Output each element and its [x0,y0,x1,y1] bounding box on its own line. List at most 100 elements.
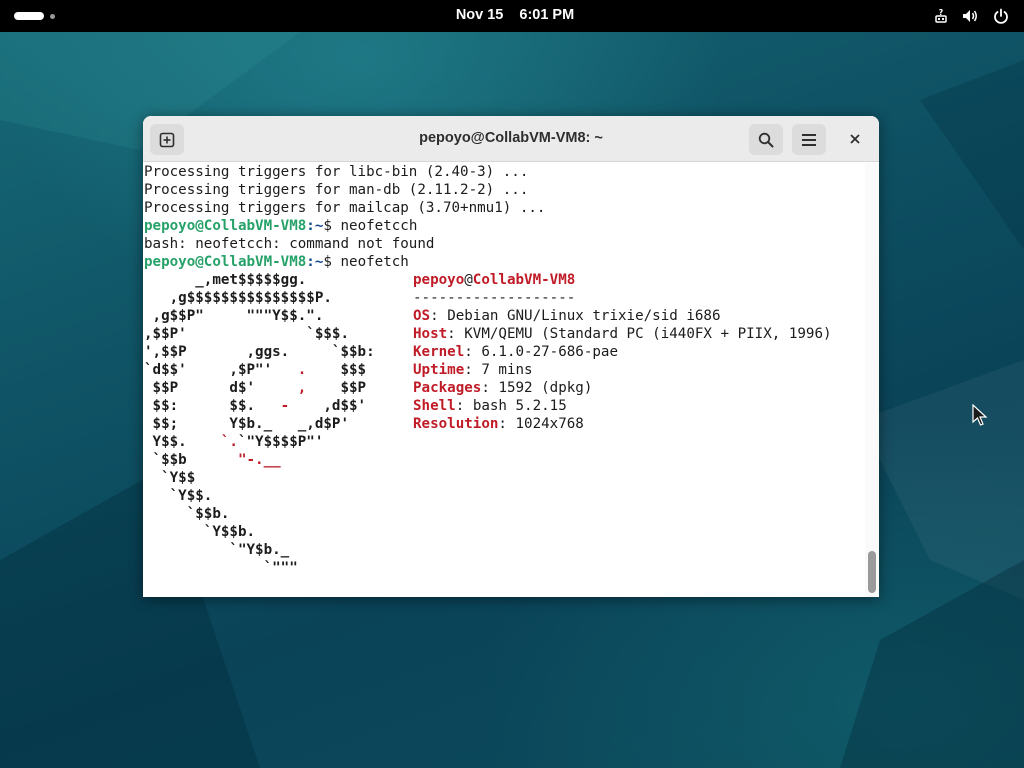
logo-segment: ',$$P ,ggs. `$$b: [144,344,375,360]
logo-line: `Y$$. [144,487,213,505]
prompt-line: pepoyo@CollabVM-VM8:~$ neofetch [144,253,409,271]
main-menu-button[interactable] [792,124,826,155]
info-colon: : [430,308,448,324]
logo-line: `Y$$b. [144,523,255,541]
logo-segment: $$$ [306,362,367,378]
prompt-symbol: $ [323,254,341,270]
clock[interactable]: Nov 15 6:01 PM [440,7,590,25]
logo-line: `""" [144,559,298,577]
new-tab-icon [159,132,175,147]
logo-line: Y$$. `.`"Y$$$$P"' [144,433,324,451]
neofetch-userhost: pepoyo@CollabVM-VM8 [413,271,575,289]
neofetch-separator: ------------------- [413,290,576,306]
neofetch-host: CollabVM-VM8 [472,272,576,288]
info-key: Packages [413,380,482,396]
mouse-pointer-icon [972,404,988,426]
info-colon: : [464,344,482,360]
terminal-output[interactable]: Processing triggers for libc-bin (2.40-3… [143,163,865,597]
close-button[interactable] [843,127,867,151]
prompt-user: pepoyo@CollabVM-VM8 [144,254,307,270]
terminal-scrollbar[interactable] [865,163,879,597]
logo-segment-accent: . [297,362,307,378]
logo-segment: `Y$$ [144,470,196,486]
new-tab-button[interactable] [150,124,184,155]
logo-segment: `Y$$b. [144,524,256,540]
info-row-packages: Packages: 1592 (dpkg) [413,379,592,397]
command-text: neofetcch [340,218,418,234]
prompt-user: pepoyo@CollabVM-VM8 [144,218,307,234]
logo-segment: ,d$$' [289,398,367,414]
logo-segment: `$$b. [144,506,230,522]
output-line: Processing triggers for libc-bin (2.40-3… [144,164,529,180]
logo-segment: _,met$$$$$gg. [144,272,307,288]
logo-line: ,$$P' `$$$. [144,325,349,343]
clock-time: 6:01 PM [519,7,575,23]
workspace-indicator-active [14,12,44,20]
info-key: Resolution [413,416,499,432]
logo-line: `$$b "-.__ [144,451,281,469]
logo-segment: $$; Y$b._ _,d$P' [144,416,349,432]
logo-segment: ,g$$$$$$$$$$$$$$$P. [144,290,332,306]
logo-line: ',$$P ,ggs. `$$b: [144,343,375,361]
logo-segment: `d$$' ,$P"' [144,362,298,378]
logo-line: `Y$$ [144,469,195,487]
prompt-path: :~ [306,254,324,270]
logo-segment: `"Y$$$$P"' [237,434,324,450]
power-icon[interactable] [992,7,1010,25]
logo-segment: `"Y$b._ [144,542,290,558]
info-value: bash 5.2.15 [472,398,567,414]
info-key: OS [413,308,431,324]
logo-line: $$P d$' , $$P [144,379,367,397]
info-colon: : [447,326,465,342]
logo-segment: Y$$. [144,434,221,450]
terminal-window[interactable]: pepoyo@CollabVM-VM8: ~ Processing trigge… [143,116,879,597]
logo-line: `d$$' ,$P"' . $$$ [144,361,366,379]
clock-date: Nov 15 [455,7,504,23]
error-line: bash: neofetcch: command not found [144,236,435,252]
volume-icon[interactable] [962,7,980,25]
info-key: Host [413,326,448,342]
output-line: Processing triggers for man-db (2.11.2-2… [144,182,529,198]
info-colon: : [455,398,473,414]
window-header-bar[interactable]: pepoyo@CollabVM-VM8: ~ [143,116,879,162]
info-value: Debian GNU/Linux trixie/sid i686 [447,308,721,324]
top-bar: Nov 15 6:01 PM ? [0,0,1024,32]
hamburger-menu-icon [802,133,816,146]
prompt-line: pepoyo@CollabVM-VM8:~$ neofetcch [144,217,417,235]
info-key: Kernel [413,344,465,360]
activities-button[interactable] [14,10,64,22]
info-value: KVM/QEMU (Standard PC (i440FX + PIIX, 19… [464,326,832,342]
logo-segment: `""" [144,560,298,576]
info-row-resolution: Resolution: 1024x768 [413,415,584,433]
search-icon [758,132,774,147]
command-text: neofetch [340,254,409,270]
logo-segment: $$P d$' [144,380,298,396]
info-value: 1024x768 [515,416,584,432]
logo-line: ,g$$$$$$$$$$$$$$$P. [144,289,332,307]
network-question-icon[interactable]: ? [932,7,950,25]
logo-segment: ,g$$P" """Y$$.". [144,308,324,324]
info-colon: : [464,362,482,378]
close-icon [850,134,860,144]
scrollbar-thumb[interactable] [868,551,876,593]
info-row-shell: Shell: bash 5.2.15 [413,397,567,415]
logo-segment: ,$$P' `$$$. [144,326,349,342]
svg-text:?: ? [939,8,944,17]
info-value: 6.1.0-27-686-pae [481,344,619,360]
neofetch-at: @ [464,272,473,288]
logo-line: `"Y$b._ [144,541,289,559]
search-button[interactable] [749,124,783,155]
logo-segment: `$$b [144,452,238,468]
info-colon: : [481,380,499,396]
info-value: 1592 (dpkg) [498,380,593,396]
logo-segment-accent: - [280,398,290,414]
logo-line: _,met$$$$$gg. [144,271,306,289]
logo-segment: $$: $$. [144,398,281,414]
logo-line: `$$b. [144,505,230,523]
logo-segment: $$P [306,380,367,396]
logo-line: $$: $$. - ,d$$' [144,397,367,415]
window-title: pepoyo@CollabVM-VM8: ~ [419,130,603,146]
system-tray[interactable]: ? [932,7,1010,25]
workspace-indicator [50,13,55,19]
info-row-uptime: Uptime: 7 mins [413,361,533,379]
